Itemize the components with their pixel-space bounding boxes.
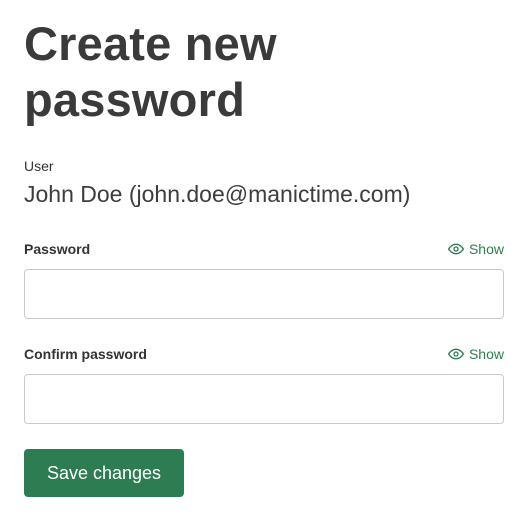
page-title: Create new password bbox=[24, 17, 277, 126]
password-show-toggle[interactable]: Show bbox=[447, 241, 504, 257]
confirm-password-field-header: Confirm password Show bbox=[24, 345, 504, 363]
save-changes-button[interactable]: Save changes bbox=[24, 449, 184, 497]
confirm-password-show-toggle[interactable]: Show bbox=[447, 346, 504, 362]
confirm-password-label: Confirm password bbox=[24, 346, 147, 362]
user-value: John Doe (john.doe@manictime.com) bbox=[24, 181, 411, 207]
eye-icon bbox=[447, 348, 464, 360]
eye-icon bbox=[447, 243, 464, 255]
password-label: Password bbox=[24, 241, 91, 257]
password-field-header: Password Show bbox=[24, 240, 504, 258]
password-input[interactable] bbox=[24, 269, 504, 319]
user-label: User bbox=[24, 158, 54, 174]
confirm-password-input[interactable] bbox=[24, 374, 504, 424]
create-password-form: Create new password User John Doe (john.… bbox=[24, 0, 504, 497]
confirm-password-show-label: Show bbox=[468, 346, 504, 362]
password-show-label: Show bbox=[468, 241, 504, 257]
